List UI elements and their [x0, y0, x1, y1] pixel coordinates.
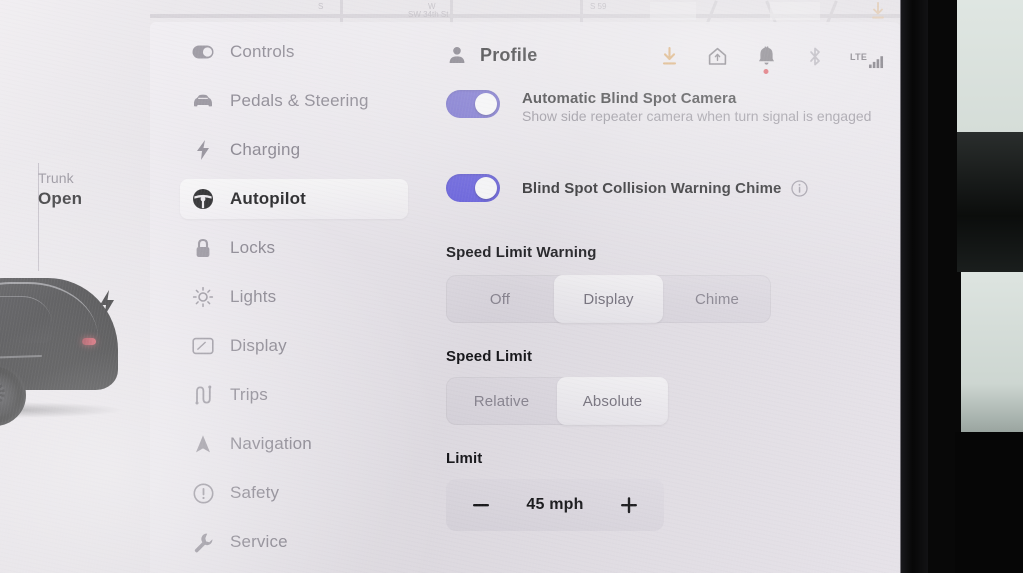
map-label: SW 34th St — [408, 10, 449, 19]
sidebar-item-lights[interactable]: Lights — [180, 277, 408, 317]
trunk-status-label: Trunk — [38, 170, 74, 186]
settings-content: Profile LTE Automatic Blind Spot Camera … — [418, 22, 900, 573]
map-label: S — [318, 2, 324, 11]
car-front-icon — [192, 90, 214, 112]
status-bar-icons: LTE — [656, 40, 886, 74]
speed-limit-label: Speed Limit — [446, 348, 533, 365]
cabin-window-lower — [961, 272, 1023, 432]
sidebar-item-label: Pedals & Steering — [230, 91, 369, 110]
car-cabin-background — [915, 0, 1023, 573]
segment-display[interactable]: Display — [554, 275, 663, 323]
screen-bezel — [900, 0, 928, 573]
limit-value: 45 mph — [526, 496, 584, 513]
settings-sidebar: Controls Pedals & Steering Charging Auto… — [150, 22, 418, 573]
sidebar-item-locks[interactable]: Locks — [180, 228, 408, 268]
toggle-switch-icon — [192, 41, 214, 63]
speed-limit-warning-segmented-control[interactable]: Off Display Chime — [446, 275, 771, 323]
sidebar-item-label: Service — [230, 532, 288, 551]
segment-relative[interactable]: Relative — [446, 377, 557, 425]
sidebar-item-controls[interactable]: Controls — [180, 32, 408, 72]
setting-title-text: Blind Spot Collision Warning Chime — [522, 179, 782, 197]
setting-title-text: Automatic Blind Spot Camera — [522, 90, 737, 107]
sidebar-item-safety[interactable]: Safety — [180, 473, 408, 513]
sidebar-item-label: Trips — [230, 385, 268, 404]
cabin-lower-trim — [955, 432, 1023, 573]
notification-badge — [763, 69, 769, 74]
car-taillight — [82, 338, 96, 345]
sidebar-item-pedals-steering[interactable]: Pedals & Steering — [180, 81, 408, 121]
lte-label: LTE — [850, 52, 868, 62]
sidebar-item-label: Display — [230, 336, 287, 355]
setting-title: Blind Spot Collision Warning Chime — [522, 180, 876, 197]
setting-automatic-blind-spot-camera[interactable]: Automatic Blind Spot Camera Show side re… — [446, 90, 876, 126]
settings-panel: Controls Pedals & Steering Charging Auto… — [150, 22, 900, 573]
speed-limit-segmented-control[interactable]: Relative Absolute — [446, 377, 668, 425]
limit-label: Limit — [446, 450, 483, 467]
sidebar-item-label: Autopilot — [230, 189, 306, 208]
setting-subtitle: Show side repeater camera when turn sign… — [522, 108, 872, 124]
info-circle-icon[interactable] — [790, 179, 808, 197]
sidebar-item-label: Lights — [230, 287, 277, 306]
navigation-arrow-icon — [192, 433, 214, 455]
sidebar-item-label: Controls — [230, 42, 295, 61]
bell-icon[interactable] — [753, 43, 779, 74]
limit-stepper[interactable]: 45 mph — [446, 479, 664, 531]
sidebar-item-trips[interactable]: Trips — [180, 375, 408, 415]
wrench-icon — [192, 531, 214, 553]
bluetooth-icon[interactable] — [802, 43, 828, 69]
lte-signal-icon[interactable]: LTE — [850, 43, 886, 69]
toggle-knob — [475, 177, 497, 199]
map-label: S 59 — [590, 2, 607, 11]
tesla-touchscreen-photo: S W SW 34th St S 59 Trunk Open Controls … — [0, 0, 1023, 573]
steering-wheel-icon — [192, 188, 214, 210]
segment-absolute[interactable]: Absolute — [557, 377, 668, 425]
sidebar-item-charging[interactable]: Charging — [180, 130, 408, 170]
brightness-sun-icon — [192, 286, 214, 308]
sidebar-item-label: Safety — [230, 483, 280, 502]
cabin-window-upper — [957, 0, 1023, 132]
car-ground-shadow — [0, 402, 124, 418]
sidebar-item-navigation[interactable]: Navigation — [180, 424, 408, 464]
setting-title: Automatic Blind Spot Camera — [522, 90, 876, 107]
padlock-icon — [192, 237, 214, 259]
lightning-bolt-icon — [192, 139, 214, 161]
alert-circle-icon — [192, 482, 214, 504]
sidebar-item-label: Navigation — [230, 434, 312, 453]
minus-icon[interactable] — [468, 492, 494, 518]
sidebar-item-label: Locks — [230, 238, 276, 257]
automatic-blind-spot-camera-toggle[interactable] — [446, 90, 500, 118]
page-title: Profile — [480, 44, 538, 65]
trunk-status-value: Open — [38, 189, 83, 208]
segment-chime[interactable]: Chime — [663, 275, 771, 323]
plus-icon[interactable] — [616, 492, 642, 518]
person-icon — [446, 44, 468, 66]
segment-off[interactable]: Off — [446, 275, 554, 323]
lightning-bolt-icon[interactable] — [98, 290, 116, 316]
speed-limit-warning-label: Speed Limit Warning — [446, 244, 597, 261]
download-arrow-icon[interactable] — [656, 43, 682, 69]
sidebar-item-autopilot[interactable]: Autopilot — [180, 179, 408, 219]
setting-blind-spot-collision-warning-chime[interactable]: Blind Spot Collision Warning Chime — [446, 174, 876, 202]
touchscreen-display: S W SW 34th St S 59 Trunk Open Controls … — [0, 0, 900, 573]
display-screen-icon — [192, 335, 214, 357]
cabin-pillar — [957, 132, 1023, 272]
map-block — [770, 2, 820, 20]
tesla-car-illustration[interactable] — [0, 252, 142, 432]
winding-road-icon — [192, 384, 214, 406]
sidebar-item-service[interactable]: Service — [180, 522, 408, 562]
sidebar-item-display[interactable]: Display — [180, 326, 408, 366]
blind-spot-collision-warning-chime-toggle[interactable] — [446, 174, 500, 202]
home-icon[interactable] — [705, 43, 731, 69]
toggle-knob — [475, 93, 497, 115]
sidebar-item-label: Charging — [230, 140, 301, 159]
vehicle-status-panel: Trunk Open — [0, 0, 150, 573]
map-block — [650, 2, 696, 20]
